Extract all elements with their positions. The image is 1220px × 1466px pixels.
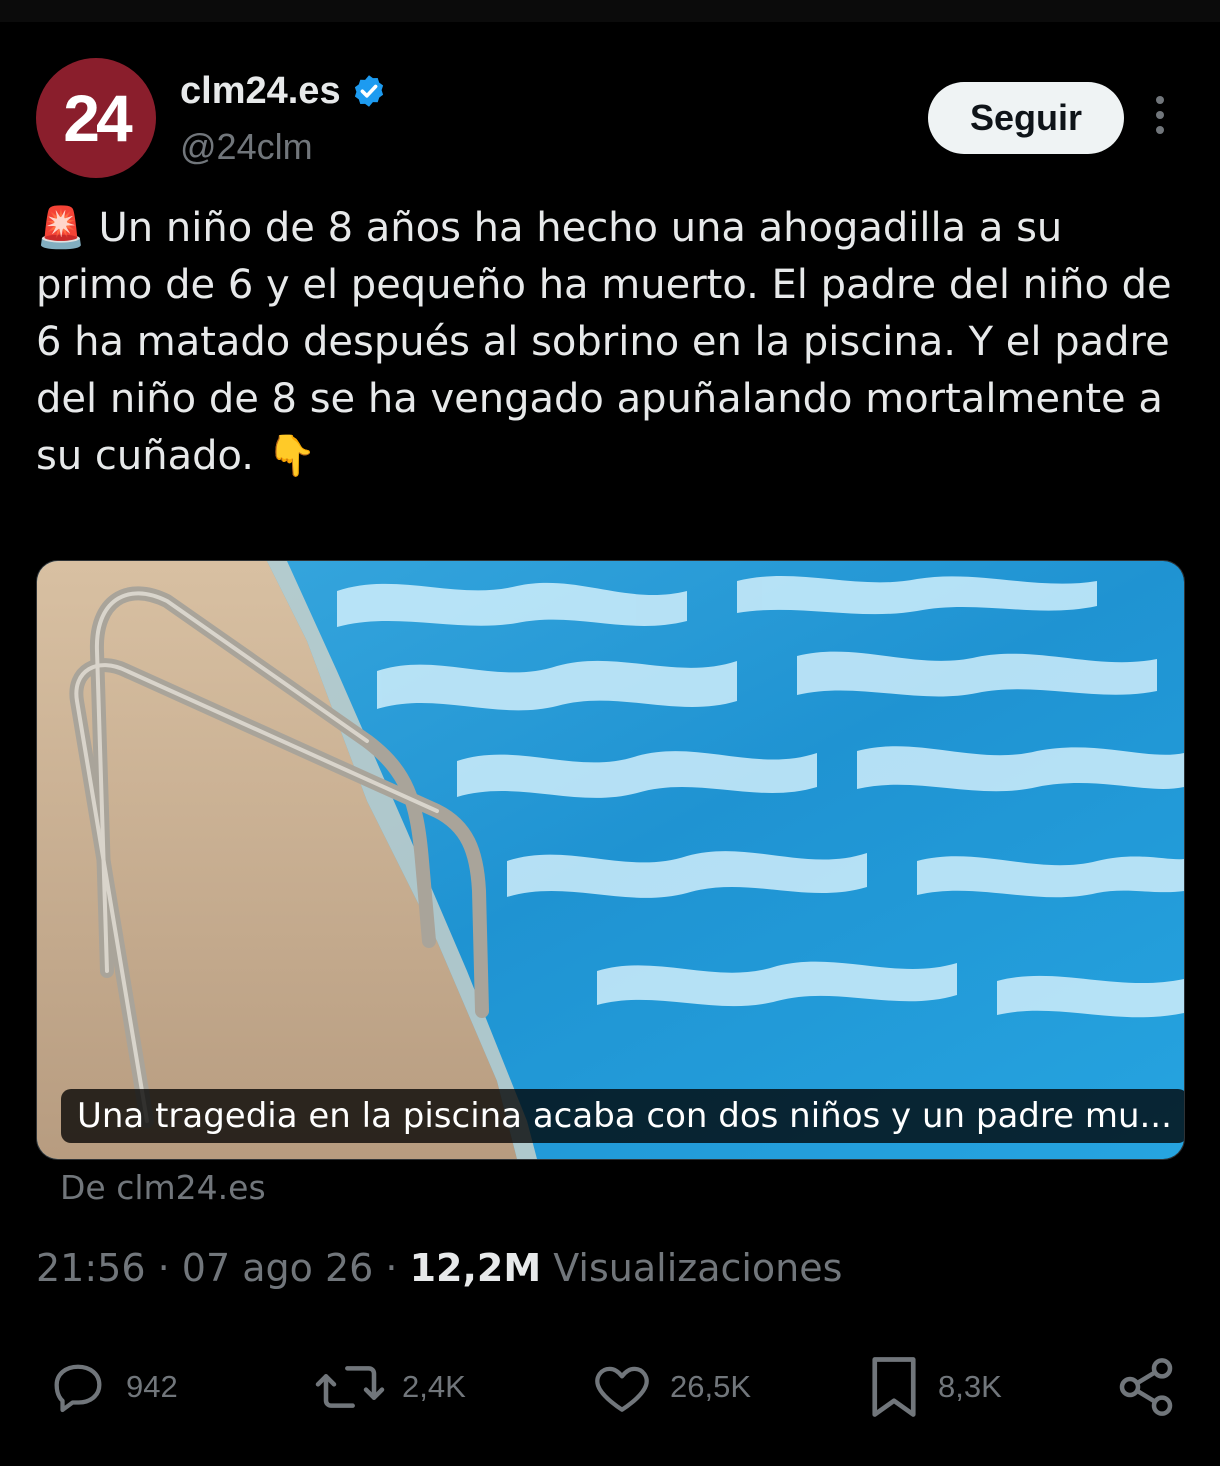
top-edge [0,0,1220,22]
views-label: Visualizaciones [553,1246,843,1290]
tweet-body: Un niño de 8 años ha hecho una ahogadill… [36,205,1172,479]
tweet-time[interactable]: 21:56 [36,1246,146,1290]
reply-icon [54,1364,102,1413]
views-count: 12,2M [409,1246,542,1290]
siren-emoji: 🚨 [36,205,86,251]
repost-count: 2,4K [402,1369,466,1404]
follow-button[interactable]: Seguir [928,82,1124,154]
link-card[interactable]: Una tragedia en la piscina acaba con dos… [36,560,1185,1160]
like-icon [595,1366,649,1412]
bookmark-count: 8,3K [938,1369,1002,1404]
tweet-text: 🚨 Un niño de 8 años ha hecho una ahogadi… [36,200,1186,485]
like-count: 26,5K [670,1369,752,1404]
handle[interactable]: @24clm [180,126,313,168]
tweet-meta: 21:56 · 07 ago 26 · 12,2M Visualizacione… [36,1246,842,1290]
avatar-text: 24 [63,81,132,155]
more-options-icon[interactable] [1150,96,1170,140]
pool-image [37,561,1184,1159]
repost-icon [315,1366,385,1408]
share-icon [1119,1358,1173,1416]
share-button[interactable] [1114,1354,1178,1420]
display-name-row[interactable]: clm24.es [180,66,387,116]
like-button[interactable]: 26,5K [590,1354,751,1420]
repost-button[interactable]: 2,4K [314,1354,466,1420]
bookmark-button[interactable]: 8,3K [866,1354,1002,1420]
tweet-date[interactable]: 07 ago 26 [182,1246,374,1290]
reply-count: 942 [126,1369,178,1404]
display-name[interactable]: clm24.es [180,70,341,113]
meta-separator: · [385,1246,410,1290]
meta-separator: · [157,1246,182,1290]
link-card-source[interactable]: De clm24.es [60,1168,266,1207]
link-card-title[interactable]: Una tragedia en la piscina acaba con dos… [61,1089,1184,1143]
verified-badge-icon [354,75,383,107]
reply-button[interactable]: 942 [46,1354,178,1420]
bookmark-icon [872,1357,916,1417]
pointing-down-emoji: 👇 [266,433,317,479]
avatar[interactable]: 24 [36,58,156,178]
